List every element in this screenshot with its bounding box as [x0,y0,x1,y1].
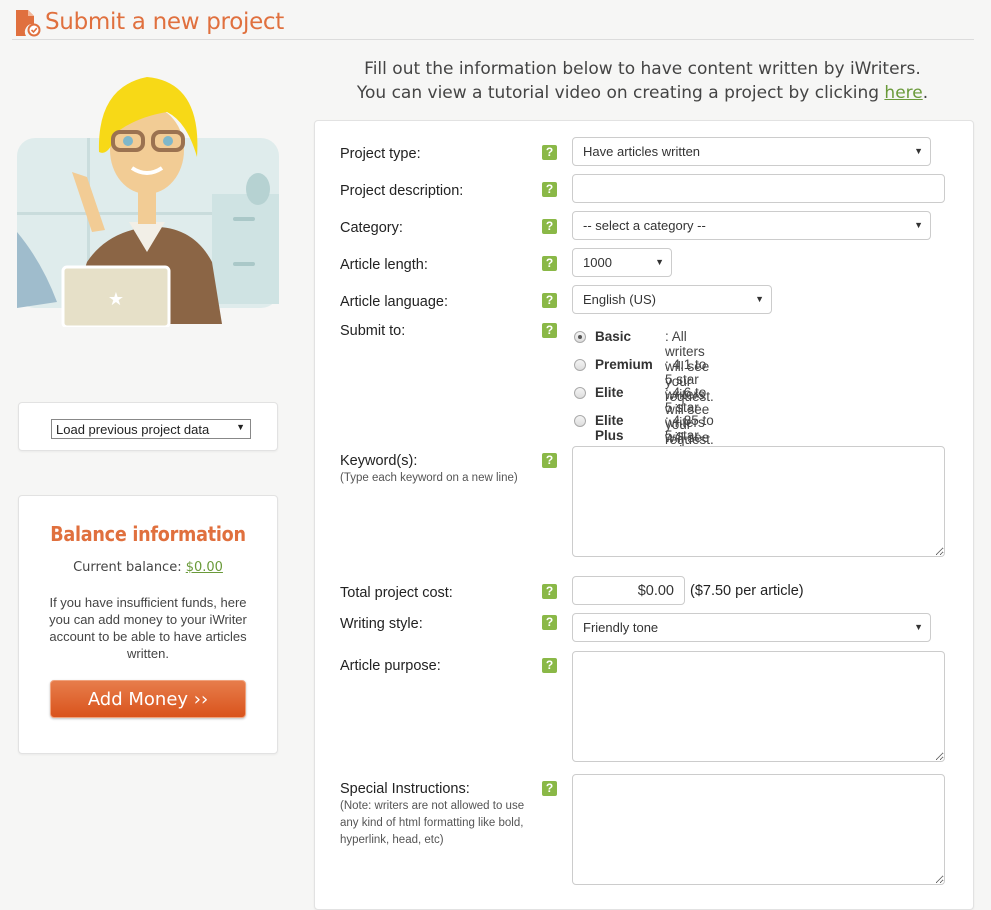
current-balance-link[interactable]: $0.00 [186,560,223,575]
total-cost-input[interactable] [572,576,685,605]
special-instructions-textarea[interactable] [572,774,945,885]
category-select[interactable]: -- select a category -- ▼ [572,211,931,240]
help-icon[interactable]: ? [542,323,557,338]
current-balance: Current balance: $0.00 [19,560,277,575]
balance-title: Balance information [50,522,246,546]
page-header: Submit a new project [12,6,974,40]
project-type-value: Have articles written [583,144,701,159]
category-value: -- select a category -- [583,218,706,233]
current-balance-label: Current balance: [73,560,186,575]
project-type-label: Project type: [340,146,421,162]
chevron-down-icon: ▼ [655,257,664,267]
chevron-down-icon: ▼ [914,622,923,632]
page-title: Submit a new project [45,9,284,35]
radio-elite[interactable] [574,387,586,399]
load-previous-select[interactable]: Load previous project data ▼ [51,419,251,439]
help-icon[interactable]: ? [542,293,557,308]
add-money-button[interactable]: Add Money ›› [50,680,246,718]
option-name: Elite Plus [595,413,624,443]
chevron-down-icon: ▼ [755,294,764,304]
chevron-down-icon: ▼ [914,146,923,156]
article-language-label: Article language: [340,294,449,310]
special-instructions-hint: (Note: writers are not allowed to use an… [340,800,525,846]
intro-text: Fill out the information below to have c… [315,57,970,105]
keywords-textarea[interactable] [572,446,945,557]
svg-text:★: ★ [108,289,124,309]
writing-style-label: Writing style: [340,616,423,632]
chevron-down-icon: ▼ [914,220,923,230]
article-purpose-label: Article purpose: [340,658,441,674]
keywords-label-text: Keyword(s): [340,453,418,469]
help-icon[interactable]: ? [542,145,557,160]
project-description-label: Project description: [340,183,464,199]
writing-style-value: Friendly tone [583,620,659,635]
help-icon[interactable]: ? [542,182,557,197]
document-check-icon [16,10,41,37]
help-icon[interactable]: ? [542,584,557,599]
project-form: Project type: ? Have articles written ▼ … [314,120,974,910]
category-label: Category: [340,220,403,236]
article-language-value: English (US) [583,292,656,307]
article-length-value: 1000 [583,255,612,270]
project-type-select[interactable]: Have articles written ▼ [572,137,931,166]
article-length-label: Article length: [340,257,428,273]
submit-to-label: Submit to: [340,323,406,339]
special-instructions-label: Special Instructions: (Note: writers are… [340,781,540,849]
special-instructions-label-text: Special Instructions: [340,781,470,797]
article-length-select[interactable]: 1000 ▼ [572,248,672,277]
total-cost-label: Total project cost: [340,585,453,601]
tutorial-link[interactable]: here [884,83,922,103]
option-name: Elite [595,385,624,400]
intro-line-2-suffix: . [922,83,929,103]
help-icon[interactable]: ? [542,219,557,234]
writer-illustration: ★ [17,77,279,327]
load-previous-value: Load previous project data [56,422,210,437]
chevron-down-icon: ▼ [236,422,245,432]
intro-line-2-text: You can view a tutorial video on creatin… [356,83,885,103]
article-purpose-textarea[interactable] [572,651,945,762]
radio-elite-plus[interactable] [574,415,586,427]
option-name: Basic [595,329,632,344]
intro-line-1: Fill out the information below to have c… [364,59,921,79]
help-icon[interactable]: ? [542,658,557,673]
help-icon[interactable]: ? [542,256,557,271]
balance-panel: Balance information Current balance: $0.… [18,495,278,754]
intro-line-2: You can view a tutorial video on creatin… [315,81,970,105]
per-article-cost: ($7.50 per article) [690,583,804,599]
option-name: Premium [595,357,653,372]
article-language-select[interactable]: English (US) ▼ [572,285,772,314]
help-icon[interactable]: ? [542,453,557,468]
writing-style-select[interactable]: Friendly tone ▼ [572,613,931,642]
radio-premium[interactable] [574,359,586,371]
keywords-hint: (Type each keyword on a new line) [340,472,518,484]
project-description-input[interactable] [572,174,945,203]
load-previous-panel: Load previous project data ▼ [18,402,278,451]
radio-basic[interactable] [574,331,586,343]
help-icon[interactable]: ? [542,615,557,630]
keywords-label: Keyword(s): (Type each keyword on a new … [340,453,518,487]
help-icon[interactable]: ? [542,781,557,796]
balance-description: If you have insufficient funds, here you… [49,595,247,661]
